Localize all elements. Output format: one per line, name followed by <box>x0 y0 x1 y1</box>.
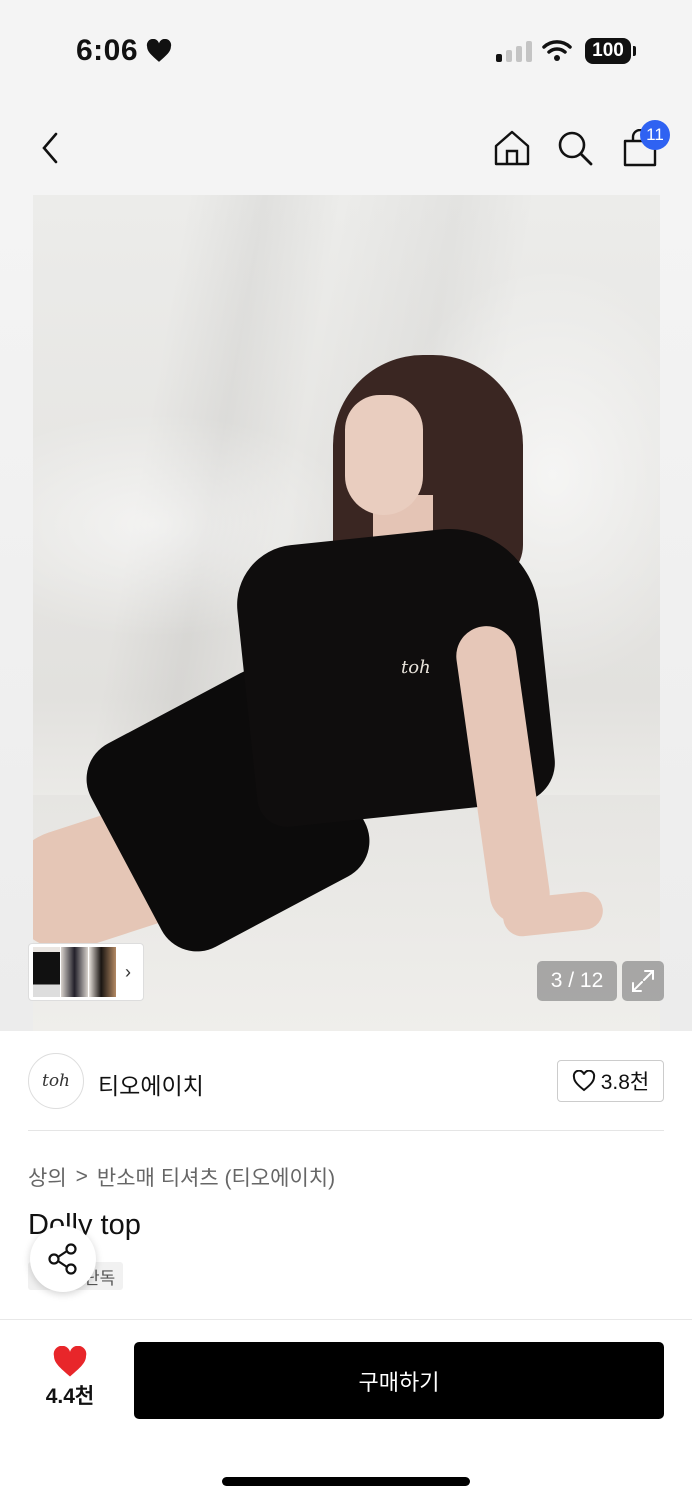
breadcrumb-separator: > <box>75 1165 88 1188</box>
top-navigation: 11 <box>0 100 692 195</box>
cart-count-badge: 11 <box>640 120 670 150</box>
expand-icon <box>632 970 654 992</box>
status-bar: 6:06 100 <box>0 0 692 100</box>
product-image-gallery[interactable]: toh › 3 / 12 <box>0 195 692 1031</box>
brand-name[interactable]: 티오에이치 <box>98 1067 204 1101</box>
breadcrumb-subcategory[interactable]: 반소매 티셔츠 (티오에이치) <box>97 1162 335 1192</box>
expand-button[interactable] <box>622 961 664 1001</box>
status-time: 6:06 <box>76 34 172 68</box>
brand-row: toh 티오에이치 3.8천 <box>0 1031 692 1131</box>
back-button[interactable] <box>28 126 72 170</box>
thumbnail-1[interactable] <box>33 947 60 997</box>
heart-outline-icon <box>572 1070 595 1092</box>
cart-button[interactable]: 11 <box>618 120 670 170</box>
thumbnail-2[interactable] <box>61 947 88 997</box>
heart-icon <box>146 39 172 62</box>
heart-icon <box>53 1346 87 1377</box>
product-like-count: 4.4천 <box>45 1385 95 1408</box>
chevron-right-icon: › <box>125 961 131 982</box>
bottom-action-bar: 4.4천 구매하기 <box>0 1319 692 1500</box>
search-icon <box>558 131 593 166</box>
shirt-embroidery: toh <box>401 657 431 678</box>
thumbnail-3[interactable] <box>89 947 116 997</box>
breadcrumb: 상의 > 반소매 티셔츠 (티오에이치) <box>28 1162 335 1192</box>
breadcrumb-category[interactable]: 상의 <box>28 1162 67 1192</box>
product-photo[interactable]: toh <box>33 195 660 1031</box>
thumbnail-strip[interactable]: › <box>28 943 144 1001</box>
share-icon <box>48 1243 77 1275</box>
home-button[interactable] <box>490 126 534 170</box>
brand-logo[interactable]: toh <box>28 1053 84 1109</box>
share-button[interactable] <box>30 1226 96 1292</box>
home-icon <box>494 130 530 166</box>
status-time-text: 6:06 <box>76 34 139 67</box>
home-indicator <box>222 1477 470 1486</box>
wifi-icon <box>542 40 572 61</box>
brand-like-button[interactable]: 3.8천 <box>557 1060 664 1102</box>
product-like-button[interactable]: 4.4천 <box>36 1346 104 1410</box>
back-icon <box>42 132 58 164</box>
image-page-counter: 3 / 12 <box>537 961 617 1001</box>
battery-indicator: 100 <box>585 38 636 64</box>
divider <box>28 1130 664 1131</box>
brand-like-count: 3.8천 <box>600 1071 650 1094</box>
buy-button[interactable]: 구매하기 <box>134 1342 664 1419</box>
search-button[interactable] <box>553 126 597 170</box>
signal-icon <box>496 40 532 62</box>
